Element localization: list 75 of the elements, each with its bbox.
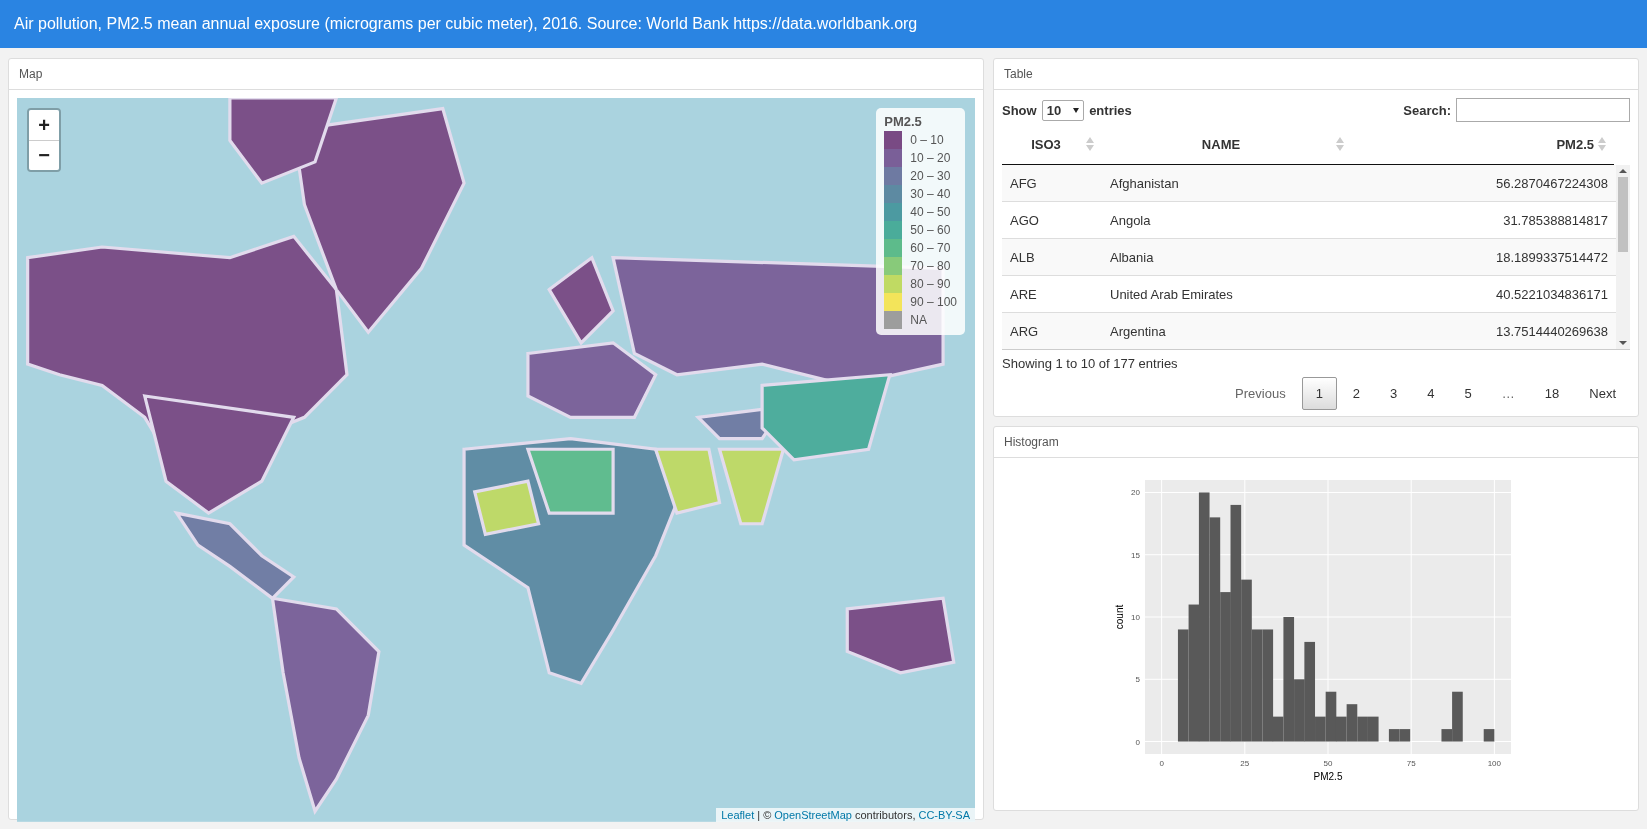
pagination-button[interactable]: Next — [1575, 377, 1630, 410]
scrollbar[interactable] — [1616, 165, 1630, 349]
table-cell-text: AFG — [1009, 175, 1038, 191]
y-tick-label: 10 — [1131, 613, 1140, 622]
y-tick-label: 5 — [1135, 675, 1140, 685]
legend-label: 80 – 90 — [910, 277, 951, 291]
pagination-button[interactable]: 5 — [1450, 377, 1486, 410]
caret-icon — [1073, 107, 1080, 113]
show-label: Show — [1002, 102, 1037, 118]
pagination-button[interactable]: 1 — [1301, 377, 1337, 410]
table-cell-text: 18.1899337514472 — [1494, 249, 1609, 265]
column-header[interactable]: PM2.5 — [1360, 136, 1594, 152]
x-tick-label: 50 — [1323, 759, 1333, 768]
x-axis-title: PM2.5 — [1313, 771, 1343, 782]
column-header[interactable]: NAME — [1110, 136, 1332, 152]
x-tick-label: 25 — [1240, 759, 1250, 768]
table-cell-text: United Arab Emirates — [1109, 286, 1234, 302]
table-cell-text: Argentina — [1109, 323, 1167, 339]
entries-label: entries — [1089, 102, 1132, 118]
table-cell-text: Afghanistan — [1109, 175, 1180, 191]
table-cell-text: ALB — [1009, 249, 1036, 265]
legend-label: 30 – 40 — [910, 187, 951, 201]
sort-icon — [1598, 137, 1606, 151]
histogram-bar — [1399, 729, 1411, 742]
table-cell-text: AGO — [1009, 212, 1040, 228]
legend-label: 70 – 80 — [910, 259, 951, 273]
x-tick-label: 100 — [1487, 759, 1502, 768]
page-title: Air pollution, PM2.5 mean annual exposure (micrograms per cubic meter), 2016. Source: World Bank https://data.worldbank.org — [14, 15, 918, 33]
sort-icon — [1086, 137, 1094, 151]
table-cell-text: 31.785388814817 — [1502, 212, 1609, 228]
legend-title: PM2.5 — [884, 114, 923, 129]
search-label: Search: — [1403, 102, 1451, 118]
table-cell-text: 13.7514440269638 — [1494, 323, 1609, 339]
page-size-select[interactable]: 10 — [1041, 99, 1085, 121]
column-header[interactable]: ISO3 — [1010, 136, 1082, 152]
pagination-button[interactable]: 18 — [1530, 377, 1574, 410]
attribution-text: contributors, — [854, 808, 916, 821]
legend-label: NA — [910, 313, 927, 327]
license-link[interactable]: CC-BY-SA — [918, 808, 970, 821]
attribution-text: | © — [757, 808, 772, 821]
search-field[interactable] — [1456, 98, 1630, 122]
openstreetmap-link[interactable]: OpenStreetMap — [774, 808, 852, 821]
legend-label: 20 – 30 — [910, 169, 951, 183]
sort-icon — [1336, 137, 1344, 151]
histogram-bar — [1367, 716, 1379, 742]
x-tick-label: 75 — [1406, 759, 1416, 768]
legend-label: 50 – 60 — [910, 223, 951, 237]
table-info: Showing 1 to 10 of 177 entries — [1002, 355, 1179, 373]
legend-label: 10 – 20 — [910, 151, 951, 165]
histogram-bar — [1388, 729, 1400, 742]
table-cell-text: 56.2870467224308 — [1494, 175, 1609, 191]
pagination-button[interactable]: 4 — [1413, 377, 1449, 410]
histogram-bar — [1483, 729, 1495, 742]
table-cell-text: ARE — [1009, 286, 1038, 302]
pagination-button[interactable]: 2 — [1338, 377, 1375, 410]
table-cell-text: Albania — [1109, 249, 1155, 265]
legend-label: 40 – 50 — [910, 205, 951, 219]
legend-label: 90 – 100 — [910, 295, 957, 309]
panel-title: Table — [1004, 67, 1033, 81]
table-cell-text: ARG — [1009, 323, 1040, 339]
legend-label: 60 – 70 — [910, 241, 951, 255]
zoom-in-button[interactable]: + — [29, 110, 59, 140]
table-cell-text: 40.5221034836171 — [1494, 286, 1609, 302]
y-tick-label: 15 — [1131, 550, 1140, 560]
panel-title: Histogram — [1004, 435, 1059, 449]
zoom-out-button[interactable]: − — [29, 140, 59, 170]
panel-title: Map — [19, 67, 43, 81]
x-tick-label: 0 — [1159, 759, 1164, 768]
table-cell-text: Angola — [1109, 212, 1152, 228]
leaflet-link[interactable]: Leaflet — [721, 808, 755, 821]
pagination-button[interactable]: 3 — [1376, 377, 1412, 410]
y-tick-label: 0 — [1135, 737, 1140, 747]
legend-label: 0 – 10 — [910, 133, 944, 147]
y-tick-label: 20 — [1131, 488, 1140, 498]
y-axis-title: count — [1114, 604, 1125, 630]
